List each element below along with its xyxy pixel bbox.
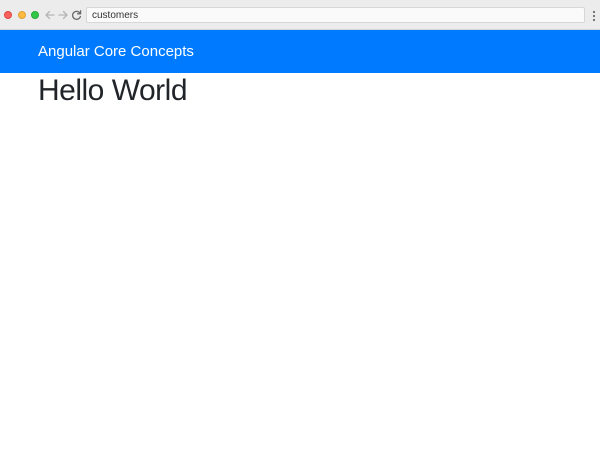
page-heading: Hello World xyxy=(38,74,188,107)
reload-icon xyxy=(71,9,81,20)
minimize-window-button[interactable] xyxy=(18,11,26,19)
app-navbar: Angular Core Concepts xyxy=(0,30,600,73)
close-window-button[interactable] xyxy=(4,11,12,19)
browser-toolbar: customers xyxy=(0,0,600,30)
back-button[interactable] xyxy=(43,8,55,22)
navbar-brand[interactable]: Angular Core Concepts xyxy=(38,43,194,61)
browser-menu-button[interactable] xyxy=(592,9,596,22)
address-bar[interactable]: customers xyxy=(86,7,585,23)
kebab-menu-icon xyxy=(592,10,596,22)
arrow-right-icon xyxy=(57,10,68,20)
forward-button[interactable] xyxy=(57,8,69,22)
address-bar-text: customers xyxy=(92,10,139,21)
reload-button[interactable] xyxy=(70,8,82,22)
arrow-left-icon xyxy=(44,10,55,20)
maximize-window-button[interactable] xyxy=(31,11,39,19)
